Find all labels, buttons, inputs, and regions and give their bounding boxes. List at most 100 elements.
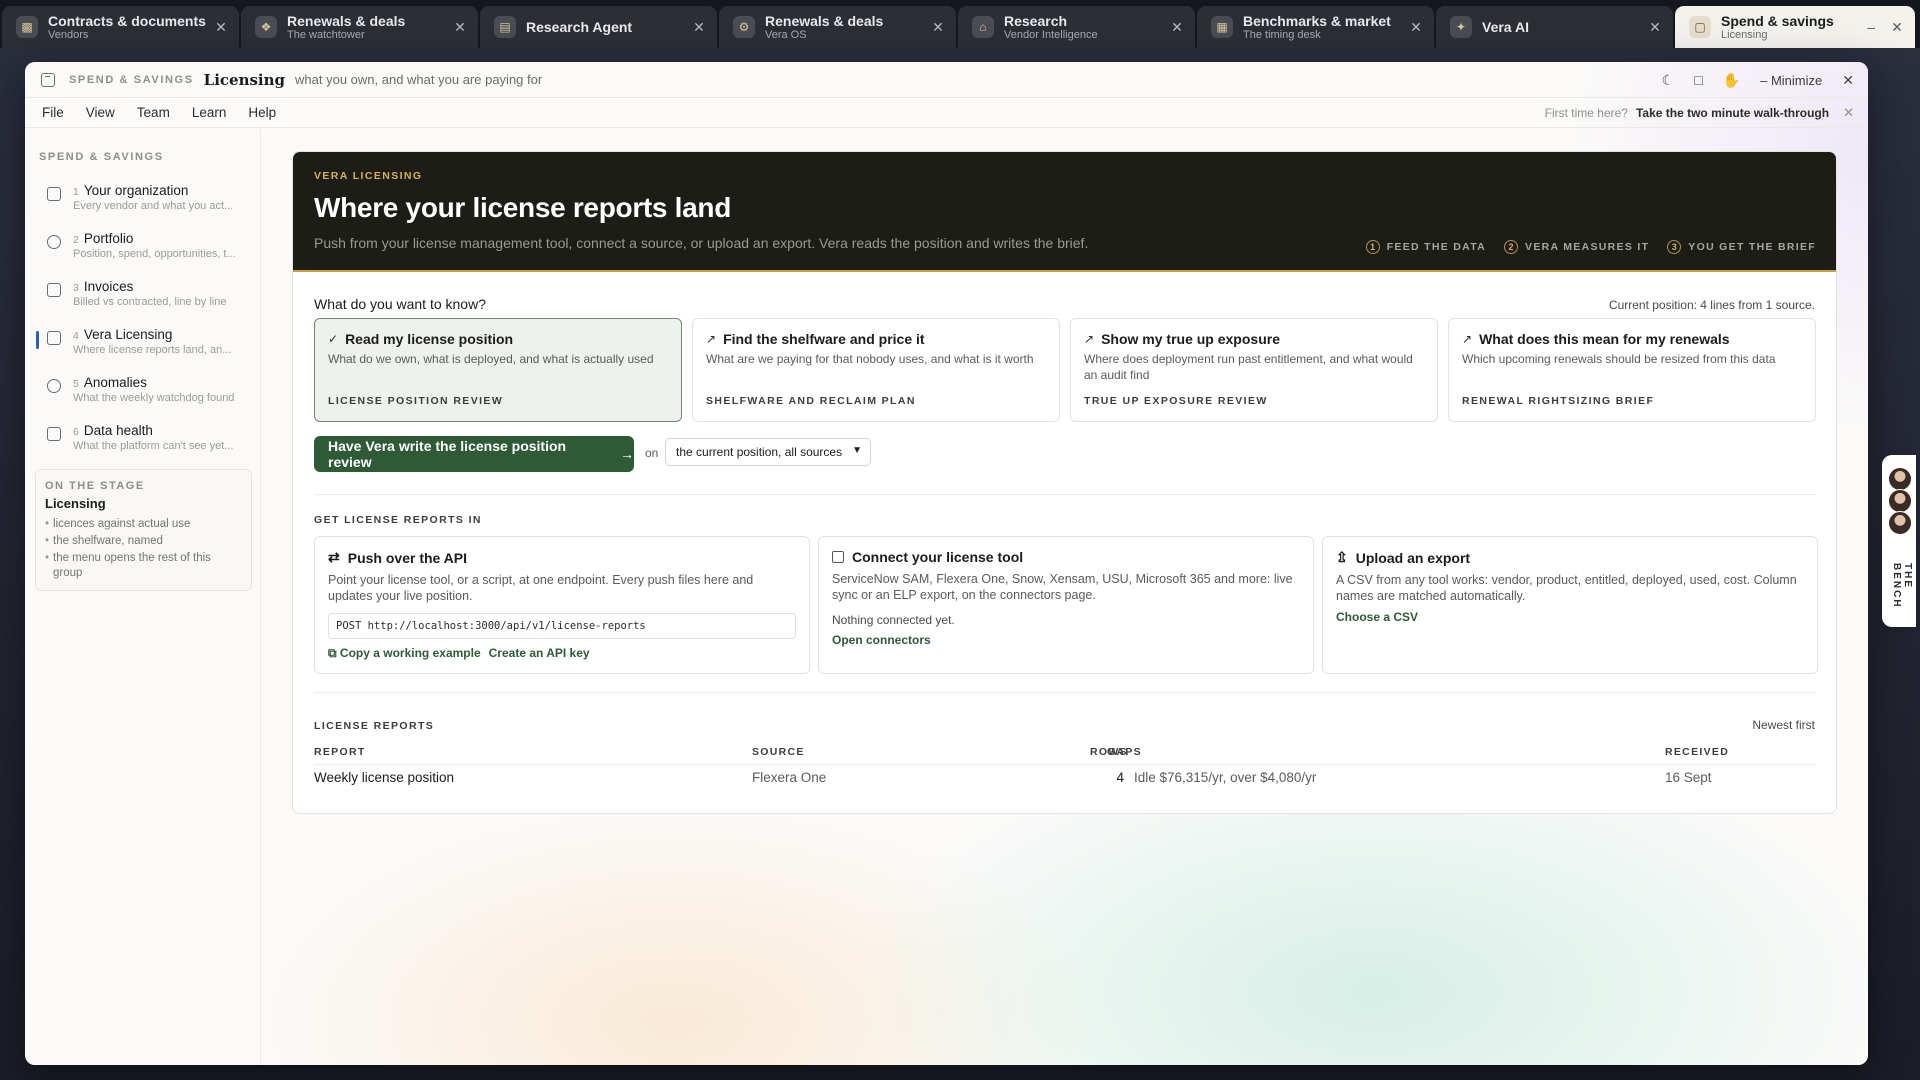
close-icon[interactable]: ✕ xyxy=(213,19,229,36)
hand-icon[interactable]: ✋ xyxy=(1723,72,1740,89)
tab-renewals-watchtower[interactable]: ❖ Renewals & deals The watchtower ✕ xyxy=(241,6,478,48)
cell-source: Flexera One xyxy=(752,770,827,785)
sidebar: SPEND & SAVINGS 1 Your organization Every … xyxy=(25,129,261,1065)
upload-icon: ⇫ xyxy=(1336,549,1348,565)
write-review-button[interactable]: Have Vera write the license position rev… xyxy=(314,436,634,472)
create-api-key-link[interactable]: Create an API key xyxy=(489,646,590,661)
moon-icon[interactable]: ☾ xyxy=(1662,72,1675,89)
tab-research-agent[interactable]: ▤ Research Agent ✕ xyxy=(480,6,717,48)
hero-kicker: VERA LICENSING xyxy=(314,170,423,182)
card-description: A CSV from any tool works: vendor, produ… xyxy=(1336,573,1797,603)
file-icon xyxy=(47,331,61,345)
cell-received: 16 Sept xyxy=(1665,770,1712,785)
card-description: Which upcoming renewals should be resize… xyxy=(1462,352,1776,366)
link-label: Copy a working example xyxy=(339,646,481,660)
close-icon[interactable]: ✕ xyxy=(691,19,707,36)
licensing-window: SPEND & SAVINGS Licensing what you own, … xyxy=(25,62,1868,1065)
item-title: Your organization xyxy=(83,183,189,198)
tab-contracts-documents[interactable]: ▩ Contracts & documents Vendors ✕ xyxy=(2,6,239,48)
item-subtitle: Position, spend, opportunities, t... xyxy=(73,248,236,260)
button-label: Have Vera write the license position rev… xyxy=(328,438,567,470)
app-tab-strip: ▩ Contracts & documents Vendors ✕ ❖ Renewals… xyxy=(0,0,1920,48)
tab-vera-ai[interactable]: ✦ Vera AI ✕ xyxy=(1436,6,1673,48)
close-icon[interactable]: ✕ xyxy=(1842,72,1854,89)
step-number-3: 3 xyxy=(1667,240,1682,254)
menu-bar: File View Team Learn Help First time her… xyxy=(25,98,1868,128)
stage-kicker: ON THE STAGE xyxy=(45,480,145,492)
sparkle-icon: ✦ xyxy=(1450,16,1472,38)
hero-title: Where your license reports land xyxy=(314,192,732,223)
card-renewals[interactable]: ↗ What does this mean for my renewals Whi… xyxy=(1448,318,1816,422)
menu-help[interactable]: Help xyxy=(248,105,276,120)
stage-bullet: the shelfware, named xyxy=(45,534,242,549)
card-kicker: TRUE UP EXPOSURE REVIEW xyxy=(1084,395,1268,407)
tab-title: Vera AI xyxy=(1482,18,1529,35)
sidebar-item-invoices[interactable]: 3 Invoices Billed vs contracted, line by l… xyxy=(33,271,253,315)
card-title: Connect your license tool xyxy=(852,549,1024,565)
tab-subtitle: Vendors xyxy=(48,28,89,41)
item-title: Anomalies xyxy=(83,375,147,390)
step-feed: 1 FEED THE DATA xyxy=(1365,240,1486,254)
card-true-up[interactable]: ↗ Show my true up exposure Where does dep… xyxy=(1070,318,1438,422)
tab-spend-savings[interactable]: ▢ Spend & savings Licensing – ✕ xyxy=(1675,6,1915,48)
divider xyxy=(314,692,1816,693)
sidebar-item-organization[interactable]: 1 Your organization Every vendor and what … xyxy=(33,175,253,219)
walkthrough-lead: First time here? xyxy=(1544,106,1628,120)
process-steps: 1 FEED THE DATA 2 VERA MEASURES IT 3 YOU GE… xyxy=(1365,240,1816,254)
close-icon[interactable]: ✕ xyxy=(930,19,946,36)
item-number: 4 xyxy=(73,330,79,342)
item-subtitle: Billed vs contracted, line by line xyxy=(73,296,227,308)
licensing-panel: VERA LICENSING Where your license report… xyxy=(292,151,1837,814)
col-source: SOURCE xyxy=(752,746,805,758)
stage-bullet: the menu opens the rest of this group xyxy=(45,551,242,581)
connect-card: Connect your license tool ServiceNow SAM… xyxy=(818,536,1314,674)
menu-learn[interactable]: Learn xyxy=(192,105,227,120)
tab-renewals-vera-os[interactable]: ⚙ Renewals & deals Vera OS ✕ xyxy=(719,6,956,48)
step-label: YOU GET THE BRIEF xyxy=(1688,241,1816,253)
window-controls: ☾ □ ✋ – Minimize ✕ xyxy=(1662,62,1854,98)
choose-csv-link[interactable]: Choose a CSV xyxy=(1336,610,1418,624)
avatar xyxy=(1888,511,1912,535)
sidebar-item-anomalies[interactable]: 5 Anomalies What the weekly watchdog found xyxy=(33,367,253,411)
tab-research-vendor-intel[interactable]: ⌂ Research Vendor Intelligence ✕ xyxy=(958,6,1195,48)
card-title: What does this mean for my renewals xyxy=(1479,331,1730,347)
menu-team[interactable]: Team xyxy=(137,105,170,120)
tab-title: Renewals & deals xyxy=(765,12,884,29)
close-icon[interactable]: ✕ xyxy=(1889,19,1905,36)
close-icon[interactable]: ✕ xyxy=(452,19,468,36)
sidebar-item-data-health[interactable]: 6 Data health What the platform can't see … xyxy=(33,415,253,459)
api-endpoint-field[interactable]: POST http://localhost:3000/api/v1/licens… xyxy=(328,613,796,639)
sidebar-item-vera-licensing[interactable]: 4 Vera Licensing Where license reports lan… xyxy=(33,319,253,363)
maximize-icon[interactable]: □ xyxy=(1694,72,1702,88)
the-bench-panel[interactable]: THE BENCH xyxy=(1882,455,1916,627)
tab-benchmarks-market[interactable]: ▦ Benchmarks & market The timing desk ✕ xyxy=(1197,6,1434,48)
item-number: 3 xyxy=(73,282,79,294)
menu-file[interactable]: File xyxy=(42,105,64,120)
close-icon[interactable]: ✕ xyxy=(1408,19,1424,36)
open-connectors-link[interactable]: Open connectors xyxy=(832,633,931,647)
document-icon: ▤ xyxy=(494,16,516,38)
close-icon[interactable]: ✕ xyxy=(1843,105,1854,121)
sort-control[interactable]: Newest first xyxy=(1752,718,1815,732)
tab-title: Spend & savings xyxy=(1721,12,1834,29)
card-shelfware[interactable]: ↗ Find the shelfware and price it What ar… xyxy=(692,318,1060,422)
step-label: VERA MEASURES IT xyxy=(1525,241,1650,253)
step-number-2: 2 xyxy=(1504,240,1519,254)
copy-example-link[interactable]: ⧉ Copy a working example xyxy=(328,646,481,661)
step-brief: 3 YOU GET THE BRIEF xyxy=(1667,240,1816,254)
close-icon[interactable]: ✕ xyxy=(1169,19,1185,36)
walkthrough-link[interactable]: Take the two minute walk-through xyxy=(1636,106,1829,120)
close-icon[interactable]: ✕ xyxy=(1647,19,1663,36)
current-position: Current position: 4 lines from 1 source. xyxy=(1608,298,1815,312)
bench-label: THE BENCH xyxy=(1891,563,1913,609)
avatar xyxy=(1888,467,1912,491)
minimize-icon[interactable]: – xyxy=(1867,19,1875,35)
menu-view[interactable]: View xyxy=(86,105,115,120)
scope-select[interactable]: the current position, all sources ▼ xyxy=(665,438,871,466)
gear-icon: ⚙ xyxy=(733,16,755,38)
tab-title: Contracts & documents xyxy=(48,12,206,29)
minimize-label: Minimize xyxy=(1770,72,1823,88)
sidebar-item-portfolio[interactable]: 2 Portfolio Position, spend, opportunities… xyxy=(33,223,253,267)
card-license-position[interactable]: ✓ Read my license position What do we own… xyxy=(314,318,682,422)
minimize-button[interactable]: – Minimize xyxy=(1760,73,1822,88)
